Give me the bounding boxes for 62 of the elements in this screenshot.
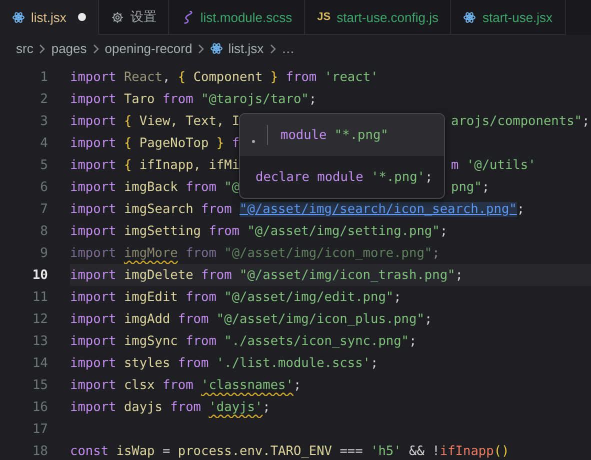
dot-icon [252, 140, 256, 142]
atom-icon [12, 10, 25, 24]
editor-tab[interactable]: JS start-use.config.js [305, 0, 452, 35]
line-number: 7 [39, 202, 48, 216]
settings-icon [111, 10, 124, 24]
line-number: 17 [31, 422, 48, 436]
atom-icon [210, 42, 224, 55]
breadcrumb-item[interactable]: … [282, 41, 295, 56]
code-line: import { View, Text, I [70, 114, 240, 128]
js-icon: JS [317, 11, 331, 23]
line-number: 5 [39, 158, 48, 172]
code-line: import imgEdit from "@/asset/img/edit.png"; [70, 290, 402, 304]
code-line: import Taro from "@tarojs/taro"; [70, 92, 317, 106]
line-number: 13 [31, 334, 48, 348]
chevron-right-icon [197, 44, 206, 54]
line-number: 8 [39, 224, 48, 238]
editor-tab[interactable]: start-use.jsx [451, 0, 566, 35]
code-line: import { ifInapp, ifMi [70, 158, 240, 172]
chevron-right-icon [92, 44, 100, 54]
line-number: 2 [39, 92, 48, 106]
code-line: import React, { Component } from 'react' [70, 70, 378, 84]
code-line: import imgSearch from "@/asset/img/search/icon_search.png"; [70, 202, 525, 216]
line-number: 15 [31, 378, 48, 392]
squiggle-icon [181, 10, 194, 24]
editor-tab[interactable]: 设置 [99, 0, 170, 35]
line-number: 3 [39, 114, 48, 128]
breadcrumb-item[interactable]: pages [51, 41, 87, 56]
editor-tab[interactable]: list.module.scss [169, 0, 306, 35]
code-line: import styles from './list.module.scss'; [70, 356, 378, 370]
breadcrumb-item[interactable]: src [16, 41, 34, 56]
code-line: import imgDelete from "@/asset/img/icon_trash.png"; [70, 268, 463, 282]
breadcrumb-item[interactable]: opening-record [104, 41, 192, 56]
chevron-right-icon [38, 44, 46, 54]
code-line: import dayjs from 'dayjs'; [70, 400, 270, 414]
editor-tab[interactable]: list.jsx [0, 0, 100, 35]
line-number: 16 [31, 400, 48, 414]
unsaved-dot-icon [78, 13, 86, 21]
code-line: import imgMore from "@/asset/img/icon_more.png"; [70, 246, 440, 260]
breadcrumb-item[interactable]: list.jsx [228, 41, 264, 56]
chevron-right-icon [268, 44, 277, 54]
line-number: 14 [31, 356, 48, 370]
code-line: const isWap = process.env.TARO_ENV === 'h5' && !ifInapp() [70, 444, 510, 458]
popup-signature: module "*.png" [280, 128, 388, 142]
line-number: 6 [39, 180, 48, 194]
line-number: 12 [31, 312, 48, 326]
code-line: import imgBack from "@ [70, 180, 240, 194]
line-number: 18 [31, 444, 48, 458]
code-fragment: png"; [451, 180, 490, 194]
code-line: import imgSync from "./assets/icon_sync.png"; [70, 334, 417, 348]
code-line: import imgSetting from "@/asset/img/setting.png"; [70, 224, 448, 238]
code-line: import { PageNoTop } f [70, 136, 240, 150]
line-number: 9 [39, 246, 48, 260]
line-number: 11 [31, 290, 48, 304]
atom-icon [463, 10, 476, 24]
popup-declaration: declare module '*.png'; [255, 170, 433, 184]
line-number: 10 [31, 268, 48, 282]
line-number: 1 [39, 70, 48, 84]
line-number: 4 [39, 136, 48, 150]
code-fragment: arojs/components"; [451, 114, 590, 128]
code-line: import imgAdd from "@/asset/img/icon_plus.png"; [70, 312, 432, 326]
code-fragment: m '@/utils' [451, 158, 536, 172]
code-line: import clsx from 'classnames'; [70, 378, 302, 392]
